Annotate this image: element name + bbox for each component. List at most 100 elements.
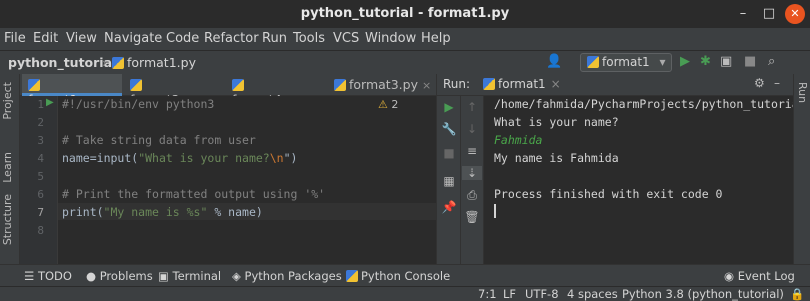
menu-navigate[interactable]: Navigate [104, 31, 162, 46]
menu-code[interactable]: Code [166, 31, 199, 46]
problems-tab[interactable]: ● Problems [86, 269, 153, 283]
close-button[interactable]: ✕ [785, 4, 805, 24]
window-title: python_tutorial - format1.py [300, 6, 510, 21]
output-finished: Process finished with exit code 0 [494, 187, 723, 201]
event-log-tab[interactable]: ◉ Event Log [724, 269, 795, 283]
hide-icon[interactable]: – [774, 76, 780, 90]
line-number: 4 [37, 152, 44, 165]
scroll-to-end-icon[interactable]: ⇣ [462, 166, 482, 180]
search-icon[interactable]: ⌕ [768, 54, 775, 69]
code-token: "What is your name? [138, 151, 270, 165]
menu-window[interactable]: Window [365, 31, 416, 46]
warning-icon: ⚠ [378, 98, 388, 111]
python-file-icon [28, 79, 40, 91]
menu-edit[interactable]: Edit [33, 31, 58, 46]
right-tool-strip: Run [793, 74, 810, 264]
tab-format3[interactable]: format3.py × [328, 74, 432, 96]
debug-icon[interactable]: ✱ [700, 54, 711, 69]
menu-tools[interactable]: Tools [293, 31, 325, 46]
editor-tabs: format1.py× format2.py× format4.py× form… [20, 74, 436, 107]
arrow-up-icon[interactable]: ↑ [462, 100, 482, 114]
user-icon[interactable]: 👤 [546, 54, 562, 69]
tab-format2[interactable]: format2.py× [124, 74, 224, 107]
gear-icon[interactable]: ⚙ [754, 76, 765, 90]
python-packages-tab[interactable]: ◈ Python Packages [232, 269, 342, 283]
code-editor[interactable]: 1 2 3 4 5 6 7 8 ▶ ⚠ 2 #!/usr/bin/env pyt… [20, 96, 436, 264]
menu-file[interactable]: File [4, 31, 26, 46]
tab-format1[interactable]: format1.py× [22, 74, 122, 107]
menu-help[interactable]: Help [421, 31, 451, 46]
pin-icon[interactable]: 📌 [439, 200, 459, 214]
run-config-label: format1 [602, 55, 650, 69]
stop-icon[interactable]: ■ [744, 54, 756, 69]
python-file-icon [483, 78, 495, 90]
breadcrumb-project[interactable]: python_tutorial [8, 55, 116, 70]
run-panel-label: Run: [443, 77, 471, 91]
maximize-button[interactable]: □ [759, 4, 779, 24]
python-file-icon [112, 57, 124, 69]
packages-icon: ◈ [232, 269, 241, 283]
title-bar: python_tutorial - format1.py – □ ✕ [0, 0, 810, 28]
run-toolbar-primary: ▶ 🔧 ■ ▦ 📌 [437, 96, 461, 264]
run-tab-label: format1 [498, 77, 546, 91]
stop-icon[interactable]: ■ [439, 146, 459, 160]
line-number: 1 [37, 98, 44, 111]
arrow-down-icon[interactable]: ↓ [462, 122, 482, 136]
warning-count: 2 [391, 98, 399, 111]
python-file-icon [587, 56, 599, 68]
output-result: My name is Fahmida [494, 151, 619, 165]
close-tab-icon[interactable]: × [422, 79, 431, 92]
code-token: input( [96, 151, 139, 165]
python-interpreter[interactable]: Python 3.8 (python_tutorial) [622, 287, 784, 301]
coverage-icon[interactable]: ▣ [720, 54, 732, 69]
terminal-icon: ▣ [158, 269, 169, 283]
menu-vcs[interactable]: VCS [333, 31, 359, 46]
run-icon[interactable]: ▶ [680, 54, 690, 69]
soft-wrap-icon[interactable]: ≡ [462, 144, 482, 158]
rerun-icon[interactable]: ▶ [439, 100, 459, 114]
event-log-label: Event Log [737, 269, 795, 283]
python-file-icon [334, 79, 346, 91]
run-panel-header: Run: format1 × ⚙ – [437, 74, 794, 96]
console-caret[interactable] [494, 204, 496, 218]
caret-position[interactable]: 7:1 [478, 287, 497, 301]
breadcrumb-file[interactable]: format1.py [112, 55, 196, 70]
run-config-selector[interactable]: format1 ▾ [580, 53, 672, 72]
close-tab-icon[interactable]: × [551, 77, 561, 91]
code-token: = [89, 151, 97, 165]
wrench-icon[interactable]: 🔧 [439, 122, 459, 136]
trash-icon[interactable]: 🗑 [462, 210, 482, 224]
indent-setting[interactable]: 4 spaces [567, 287, 618, 301]
learn-tool-tab[interactable]: Learn [1, 152, 14, 183]
run-line-icon[interactable]: ▶ [46, 97, 54, 108]
tab-label: format3.py [349, 77, 418, 92]
structure-tool-tab[interactable]: Structure [1, 194, 14, 245]
project-tool-tab[interactable]: Project [1, 82, 14, 120]
warning-indicator[interactable]: ⚠ 2 [378, 98, 398, 111]
todo-tab[interactable]: ☰ TODO [24, 269, 72, 283]
file-encoding[interactable]: UTF-8 [525, 287, 559, 301]
terminal-tab[interactable]: ▣ Terminal [158, 269, 221, 283]
run-tab[interactable]: format1 × [483, 77, 561, 91]
line-number: 6 [37, 188, 44, 201]
code-line-1: #!/usr/bin/env python3 [62, 97, 215, 111]
tab-format4[interactable]: format4.py× [226, 74, 326, 107]
run-tool-tab[interactable]: Run [796, 82, 809, 103]
line-number: 7 [37, 206, 44, 219]
menu-run[interactable]: Run [262, 31, 287, 46]
layout-icon[interactable]: ▦ [439, 174, 459, 188]
run-panel: Run: format1 × ⚙ – ▶ 🔧 ■ ▦ 📌 ↑ ↓ ≡ ⇣ ⎙ 🗑 … [436, 74, 810, 264]
code-line-3: # Take string data from user [62, 133, 256, 147]
print-icon[interactable]: ⎙ [462, 188, 482, 203]
menu-view[interactable]: View [66, 31, 97, 46]
minimize-button[interactable]: – [733, 4, 753, 24]
line-number: 3 [37, 134, 44, 147]
python-console-tab[interactable]: Python Console [346, 269, 450, 283]
lock-icon[interactable]: 🔒 [790, 287, 804, 301]
breadcrumb-separator: › [102, 55, 107, 70]
menu-refactor[interactable]: Refactor [204, 31, 259, 46]
problems-icon: ● [86, 269, 97, 283]
line-separator[interactable]: LF [503, 287, 516, 301]
code-line-4: name=input("What is your name?\n") [62, 151, 297, 165]
menu-bar: File Edit View Navigate Code Refactor Ru… [0, 28, 810, 50]
